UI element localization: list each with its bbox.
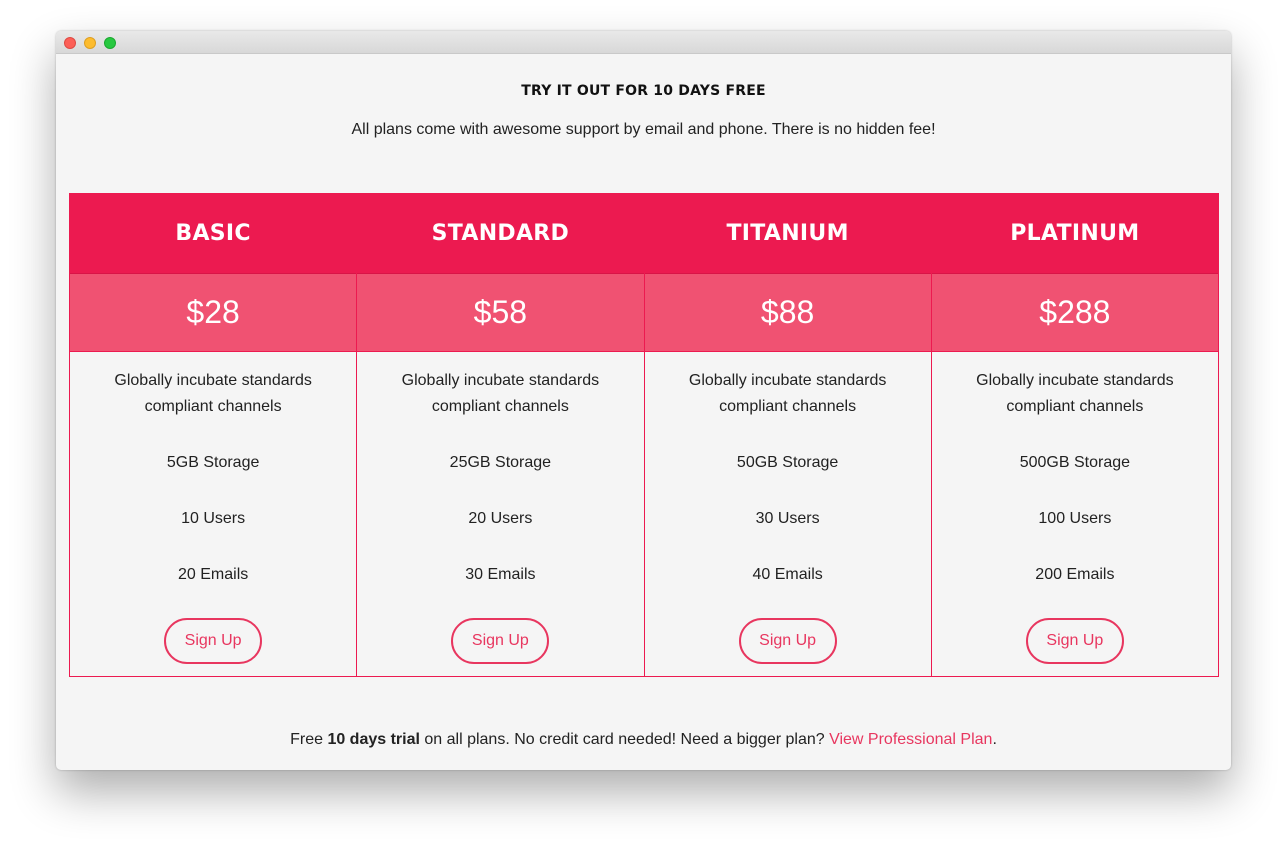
plan-name: BASIC [70,194,357,274]
plan-card-basic: BASIC $28 Globally incubate standards co… [70,194,358,676]
plan-storage: 50GB Storage [736,454,839,471]
plan-card-platinum: PLATINUM $288 Globally incubate standard… [931,194,1218,676]
sign-up-button[interactable]: Sign Up [1025,618,1124,664]
view-professional-plan-link[interactable]: View Professional Plan [829,731,992,748]
page-title: TRY IT OUT FOR 10 DAYS FREE [521,83,766,99]
window-titlebar [56,31,1231,54]
footer-suffix: . [992,731,997,748]
pricing-table: BASIC $28 Globally incubate standards co… [69,193,1219,677]
plan-storage: 25GB Storage [449,454,552,471]
plan-features: Globally incubate standards compliant ch… [70,352,356,676]
plan-emails: 200 Emails [1035,566,1115,583]
plan-features: Globally incubate standards compliant ch… [932,352,1218,676]
footer-note: Free 10 days trial on all plans. No cred… [56,731,1231,749]
sign-up-button[interactable]: Sign Up [451,618,550,664]
plan-name: PLATINUM [931,194,1218,274]
plan-price: $288 [931,274,1218,352]
footer-middle: on all plans. No credit card needed! Nee… [419,731,830,748]
plan-users: 30 Users [755,510,820,527]
plan-emails: 20 Emails [178,566,249,583]
page-subtitle: All plans come with awesome support by e… [351,121,936,138]
plan-description: Globally incubate standards compliant ch… [976,372,1174,415]
sign-up-button[interactable]: Sign Up [738,618,837,664]
plan-description: Globally incubate standards compliant ch… [401,372,600,415]
plan-card-standard: STANDARD $58 Globally incubate standards… [357,194,645,676]
plan-storage: 5GB Storage [166,454,260,471]
plan-name: TITANIUM [644,194,931,274]
plan-emails: 40 Emails [752,566,823,583]
plan-users: 10 Users [181,510,246,527]
footer-prefix: Free [290,731,328,748]
sign-up-button[interactable]: Sign Up [164,618,263,664]
plan-features: Globally incubate standards compliant ch… [645,352,931,676]
plan-card-titanium: TITANIUM $88 Globally incubate standards… [644,194,932,676]
plan-description: Globally incubate standards compliant ch… [114,372,312,415]
plan-users: 100 Users [1038,510,1112,527]
browser-window: TRY IT OUT FOR 10 DAYS FREE All plans co… [56,31,1231,770]
close-window-button[interactable] [64,37,76,49]
plan-name: STANDARD [357,194,644,274]
plan-price: $58 [357,274,644,352]
zoom-window-button[interactable] [104,37,116,49]
plan-emails: 30 Emails [465,566,536,583]
plan-price: $28 [70,274,357,352]
plan-price: $88 [644,274,931,352]
minimize-window-button[interactable] [84,37,96,49]
plan-storage: 500GB Storage [1019,454,1131,471]
plan-users: 20 Users [468,510,533,527]
plan-description: Globally incubate standards compliant ch… [688,372,887,415]
footer-trial-highlight: 10 days trial [327,731,420,748]
plan-features: Globally incubate standards compliant ch… [357,352,643,676]
